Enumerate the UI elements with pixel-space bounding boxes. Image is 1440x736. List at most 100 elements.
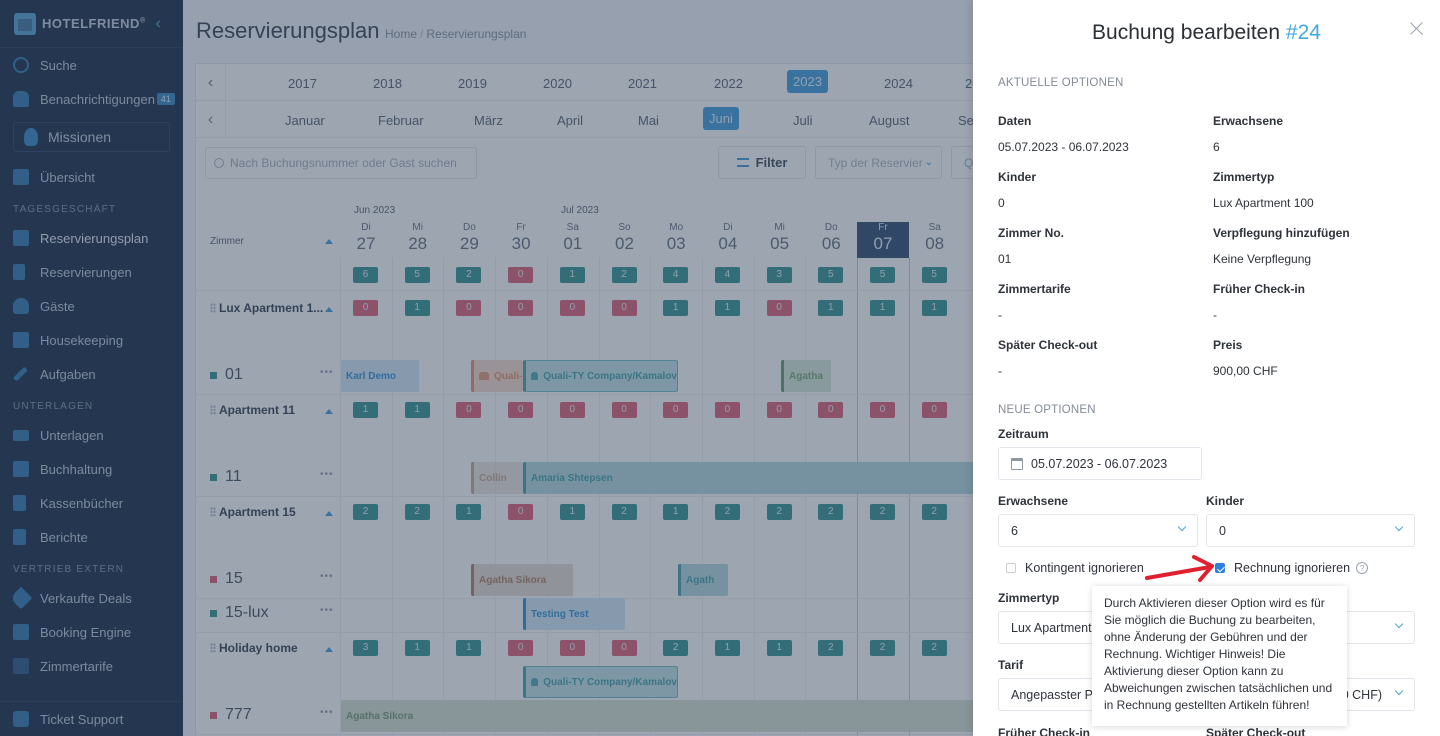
group-availability-count: 0 <box>611 640 637 656</box>
booking-bar[interactable]: Agatha Sikora <box>471 564 573 596</box>
sidebar-item-berichte[interactable]: Berichte <box>0 520 183 554</box>
day-header[interactable]: Fr 30 <box>495 222 547 258</box>
sidebar-item-kassenbuecher[interactable]: Kassenbücher <box>0 486 183 520</box>
room-group-name[interactable]: Apartment 15 <box>210 505 296 519</box>
drag-handle-icon[interactable] <box>210 303 216 313</box>
day-header[interactable]: Sa 01 <box>547 222 599 258</box>
room-menu-icon[interactable]: ••• <box>320 605 334 616</box>
month-item[interactable]: Februar <box>372 109 430 132</box>
sidebar-item-search[interactable]: Suche <box>0 48 183 82</box>
booking-bar[interactable]: Testing Test <box>523 598 625 630</box>
year-item[interactable]: 2017 <box>282 72 323 95</box>
total-availability-count: 0 <box>508 267 534 283</box>
room-menu-icon[interactable]: ••• <box>320 707 334 718</box>
booking-bar[interactable]: Quali-TY Company/Kamalov <box>523 360 678 392</box>
collapse-sidebar-icon[interactable]: ‹ <box>156 15 161 33</box>
checkbox-checked[interactable] <box>1215 563 1225 573</box>
room-name[interactable]: 01 <box>210 366 243 384</box>
room-group-name[interactable]: Apartment 11 <box>210 403 295 417</box>
month-item[interactable]: April <box>551 109 589 132</box>
day-header[interactable]: Do 29 <box>443 222 495 258</box>
booking-bar[interactable]: Agatha <box>781 360 831 392</box>
prev-year-button[interactable]: ‹ <box>196 64 226 100</box>
booking-bar[interactable]: Collin <box>471 462 523 494</box>
room-name[interactable]: 15-lux <box>210 604 269 622</box>
sidebar-item-gaeste[interactable]: Gäste <box>0 289 183 323</box>
day-header[interactable]: So 02 <box>599 222 651 258</box>
year-item[interactable]: 2019 <box>452 72 493 95</box>
day-header[interactable]: Di 27 <box>340 222 392 258</box>
collapse-group-icon[interactable] <box>325 409 333 414</box>
sidebar-item-notifications[interactable]: Benachrichtigungen 41 <box>0 82 183 116</box>
day-column-divider <box>546 258 548 736</box>
room-name[interactable]: 11 <box>210 468 242 486</box>
day-header[interactable]: Mi 28 <box>392 222 444 258</box>
year-item[interactable]: 2018 <box>367 72 408 95</box>
breadcrumb-home[interactable]: Home <box>385 27 417 41</box>
booking-bar[interactable]: Quali-TY Company/Kamalov <box>523 666 678 698</box>
day-header[interactable]: Fr 07 <box>857 222 909 258</box>
room-group-name[interactable]: Holiday home <box>210 641 298 655</box>
sidebar-item-zimmertarife[interactable]: Zimmertarife <box>0 649 183 683</box>
month-item-selected[interactable]: Juni <box>703 107 739 130</box>
drag-handle-icon[interactable] <box>210 405 216 415</box>
year-item-selected[interactable]: 2023 <box>787 70 828 93</box>
drag-handle-icon[interactable] <box>210 643 216 653</box>
day-header[interactable]: Mo 03 <box>650 222 702 258</box>
room-menu-icon[interactable]: ••• <box>320 571 334 582</box>
year-item[interactable]: 2022 <box>708 72 749 95</box>
month-item[interactable]: Januar <box>279 109 331 132</box>
booking-bar[interactable]: Agath <box>678 564 728 596</box>
sidebar-item-buchhaltung[interactable]: Buchhaltung <box>0 452 183 486</box>
month-item[interactable]: August <box>863 109 915 132</box>
year-item[interactable]: 2024 <box>878 72 919 95</box>
collapse-group-icon[interactable] <box>325 647 333 652</box>
day-header[interactable]: Sa 08 <box>909 222 961 258</box>
room-name[interactable]: 15 <box>210 570 243 588</box>
prev-month-button[interactable]: ‹ <box>196 101 226 137</box>
sidebar-item-booking-engine[interactable]: Booking Engine <box>0 615 183 649</box>
booking-bar[interactable]: Karl Demo <box>341 360 419 392</box>
sidebar-item-housekeeping[interactable]: Housekeeping <box>0 323 183 357</box>
room-menu-icon[interactable]: ••• <box>320 367 334 378</box>
sidebar-item-reservierungen[interactable]: Reservierungen <box>0 255 183 289</box>
sidebar-item-verkaufte-deals[interactable]: Verkaufte Deals <box>0 581 183 615</box>
ignore-quota-checkbox[interactable]: Kontingent ignorieren <box>1006 561 1144 575</box>
sidebar-item-overview[interactable]: Übersicht <box>0 160 183 194</box>
booking-bar[interactable]: Agatha Sikora <box>341 700 981 732</box>
sort-rooms-icon[interactable] <box>325 239 333 244</box>
checkbox-unchecked[interactable] <box>1006 563 1016 573</box>
booking-bar[interactable]: Quali- <box>471 360 523 392</box>
collapse-group-icon[interactable] <box>325 307 333 312</box>
help-icon[interactable]: ? <box>1356 562 1369 574</box>
booking-search-input[interactable]: Nach Buchungsnummer oder Gast suchen <box>205 147 477 179</box>
day-header[interactable]: Do 06 <box>805 222 857 258</box>
drag-handle-icon[interactable] <box>210 507 216 517</box>
room-group-name[interactable]: Lux Apartment 1... <box>210 301 323 315</box>
group-availability-count: 2 <box>818 504 844 520</box>
sidebar-item-unterlagen[interactable]: Unterlagen <box>0 418 183 452</box>
sidebar-item-reservierungsplan[interactable]: Reservierungsplan <box>0 221 183 255</box>
sidebar-item-aufgaben[interactable]: Aufgaben <box>0 357 183 391</box>
missions-button[interactable]: Missionen <box>13 122 170 152</box>
year-item[interactable]: 2021 <box>622 72 663 95</box>
room-name[interactable]: 777 <box>210 706 252 724</box>
reservation-type-select[interactable]: Typ der Reservier ⌄ <box>815 146 942 179</box>
group-availability-count: 1 <box>766 640 792 656</box>
close-icon[interactable] <box>1410 21 1424 35</box>
collapse-group-icon[interactable] <box>325 511 333 516</box>
sidebar-item-ticket-support[interactable]: Ticket Support <box>0 702 183 736</box>
adults-select[interactable]: 6 <box>998 514 1198 547</box>
children-select[interactable]: 0 <box>1206 514 1415 547</box>
month-item[interactable]: Mai <box>632 109 665 132</box>
month-item[interactable]: März <box>468 109 509 132</box>
booking-bar[interactable]: Amaria Shtepsen <box>523 462 983 494</box>
year-item[interactable]: 2020 <box>537 72 578 95</box>
ignore-invoice-checkbox[interactable]: Rechnung ignorieren ? <box>1215 561 1369 575</box>
room-menu-icon[interactable]: ••• <box>320 469 334 480</box>
day-header[interactable]: Di 04 <box>702 222 754 258</box>
period-date-range-input[interactable]: 05.07.2023 - 06.07.2023 <box>998 447 1202 480</box>
day-header[interactable]: Mi 05 <box>754 222 806 258</box>
filter-button[interactable]: Filter <box>718 146 806 179</box>
month-item[interactable]: Juli <box>787 109 819 132</box>
